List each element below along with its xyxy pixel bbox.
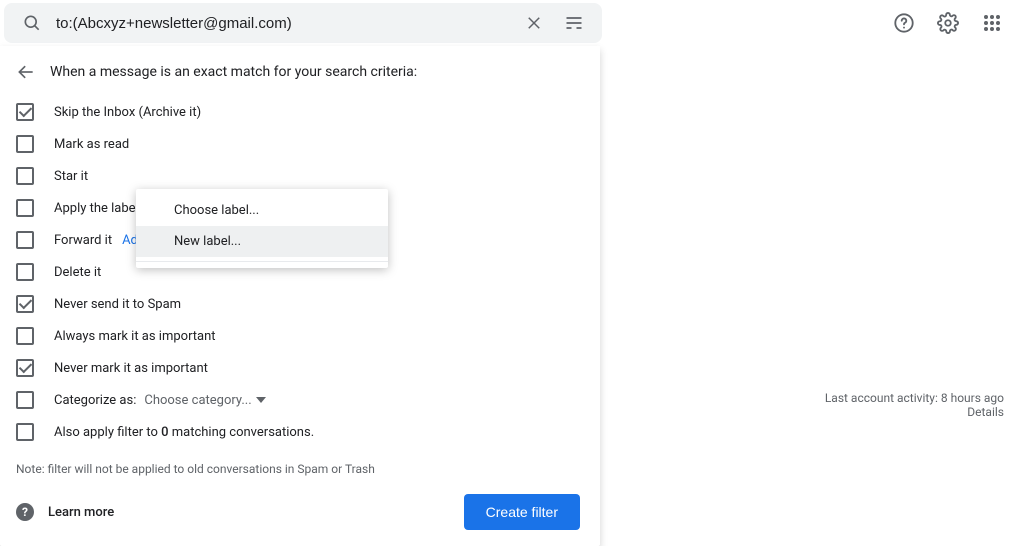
checkbox-also-apply[interactable]: [16, 423, 34, 441]
option-also-apply: Also apply filter to 0 matching conversa…: [0, 416, 600, 448]
option-label: Never mark it as important: [54, 361, 208, 376]
activity-info: Last account activity: 8 hours ago Detai…: [825, 391, 1004, 419]
chevron-down-icon: [256, 397, 266, 403]
top-bar: [0, 0, 1024, 46]
category-select[interactable]: Choose category...: [144, 393, 265, 408]
filter-actions-panel: When a message is an exact match for you…: [0, 46, 600, 546]
option-mark-read: Mark as read: [0, 128, 600, 160]
menu-item-choose-label[interactable]: Choose label...: [136, 195, 388, 226]
checkbox-delete[interactable]: [16, 263, 34, 281]
option-categorize: Categorize as: Choose category...: [0, 384, 600, 416]
help-icon[interactable]: ?: [16, 503, 34, 521]
checkbox-categorize[interactable]: [16, 391, 34, 409]
also-apply-post: matching conversations.: [169, 425, 315, 440]
clear-search-icon[interactable]: [514, 3, 554, 43]
panel-header-text: When a message is an exact match for you…: [50, 64, 417, 80]
also-apply-pre: Also apply filter to: [54, 425, 161, 440]
menu-separator: [136, 261, 388, 262]
checkbox-always-important[interactable]: [16, 327, 34, 345]
option-label: Categorize as:: [54, 393, 136, 408]
search-icon[interactable]: [12, 3, 52, 43]
activity-details-link[interactable]: Details: [825, 405, 1004, 419]
label-dropdown-menu: Choose label... New label...: [136, 189, 388, 268]
option-label: Forward it: [54, 233, 112, 248]
option-label: Star it: [54, 169, 88, 184]
support-icon[interactable]: [884, 3, 924, 43]
option-label: Delete it: [54, 265, 101, 280]
option-always-important: Always mark it as important: [0, 320, 600, 352]
search-options-icon[interactable]: [554, 3, 594, 43]
panel-header: When a message is an exact match for you…: [0, 46, 600, 96]
option-label: Never send it to Spam: [54, 297, 181, 312]
checkbox-apply-label[interactable]: [16, 199, 34, 217]
help-group: ? Learn more: [16, 503, 114, 521]
filter-note: Note: filter will not be applied to old …: [0, 448, 600, 476]
also-apply-count: 0: [161, 425, 168, 440]
checkbox-never-important[interactable]: [16, 359, 34, 377]
checkbox-mark-read[interactable]: [16, 135, 34, 153]
activity-text: Last account activity: 8 hours ago: [825, 391, 1004, 405]
option-label: Always mark it as important: [54, 329, 216, 344]
option-label: Also apply filter to 0 matching conversa…: [54, 425, 314, 440]
checkbox-skip-inbox[interactable]: [16, 103, 34, 121]
menu-item-new-label[interactable]: New label...: [136, 226, 388, 257]
panel-footer: ? Learn more Create filter: [0, 476, 600, 530]
search-input[interactable]: [52, 3, 514, 43]
category-select-label: Choose category...: [144, 393, 251, 408]
option-never-important: Never mark it as important: [0, 352, 600, 384]
settings-icon[interactable]: [928, 3, 968, 43]
option-never-spam: Never send it to Spam: [0, 288, 600, 320]
back-icon[interactable]: [12, 58, 40, 86]
option-label: Mark as read: [54, 137, 129, 152]
learn-more-link[interactable]: Learn more: [48, 505, 114, 520]
create-filter-button[interactable]: Create filter: [464, 494, 580, 530]
option-label: Apply the label:: [54, 201, 142, 216]
option-star: Star it: [0, 160, 600, 192]
checkbox-star[interactable]: [16, 167, 34, 185]
option-label: Skip the Inbox (Archive it): [54, 105, 201, 120]
apps-icon[interactable]: [972, 3, 1012, 43]
checkbox-never-spam[interactable]: [16, 295, 34, 313]
search-bar: [4, 3, 602, 43]
option-skip-inbox: Skip the Inbox (Archive it): [0, 96, 600, 128]
checkbox-forward[interactable]: [16, 231, 34, 249]
header-actions: [884, 0, 1012, 46]
